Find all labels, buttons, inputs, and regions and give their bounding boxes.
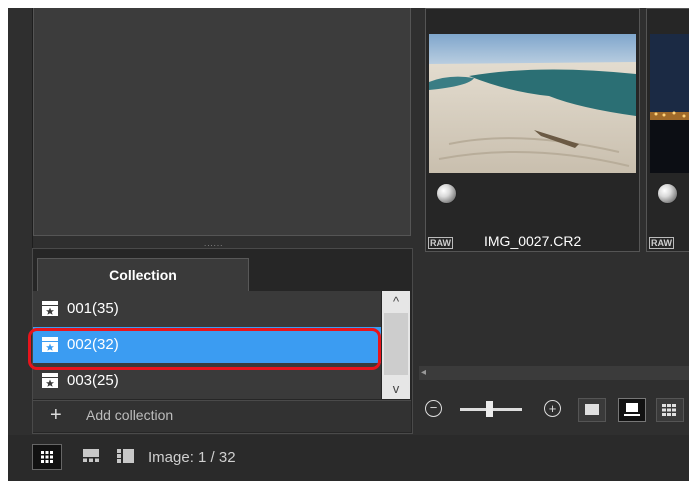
collection-box-icon — [42, 301, 58, 316]
zoom-out-icon[interactable]: − — [425, 400, 442, 417]
zoom-slider-handle[interactable] — [486, 401, 493, 417]
view-mode-caption-button[interactable] — [618, 398, 646, 422]
thumbnail-image[interactable] — [650, 34, 689, 173]
raw-badge: RAW — [649, 237, 674, 249]
preview-list-icon — [83, 449, 99, 462]
grid-icon — [41, 451, 53, 463]
zoom-in-icon[interactable]: + — [544, 400, 561, 417]
image-count-label: Image: 1 / 32 — [148, 449, 236, 466]
large-thumb-icon — [585, 404, 599, 415]
add-collection-button[interactable]: Add collection — [86, 407, 173, 423]
thumbnail-image[interactable] — [429, 34, 636, 173]
thumbnail-filename: IMG_0027.CR2 — [484, 233, 582, 249]
scroll-up-icon[interactable]: ^ — [382, 292, 410, 312]
rating-icon[interactable] — [436, 183, 457, 204]
split-view-icon — [117, 449, 134, 463]
small-grid-icon — [662, 404, 676, 416]
thumbnail-horizontal-scrollbar[interactable]: ◂ — [419, 366, 689, 380]
tab-collection[interactable]: Collection — [37, 258, 249, 291]
collection-scrollbar[interactable]: ^ v — [382, 291, 410, 399]
collection-item-label: 001(35) — [67, 300, 119, 317]
selection-highlight-outline — [28, 328, 381, 370]
night-city-photo — [650, 34, 689, 173]
sand-dune-photo — [429, 34, 636, 173]
split-view-button[interactable] — [111, 444, 141, 470]
collection-item[interactable]: 001(35) — [33, 291, 381, 327]
rating-icon[interactable] — [657, 183, 678, 204]
grid-view-button[interactable] — [32, 444, 62, 470]
view-mode-grid-button[interactable] — [656, 398, 684, 422]
panel-resize-grip[interactable]: ...... — [204, 240, 238, 248]
app-window: ...... Collection 001(35) 002(32) 003(25… — [8, 8, 689, 481]
scroll-left-icon[interactable]: ◂ — [421, 366, 426, 380]
thumb-caption-icon — [624, 403, 640, 416]
scroll-down-icon[interactable]: v — [382, 379, 410, 399]
scrollbar-thumb[interactable] — [384, 313, 408, 375]
add-icon[interactable]: + — [50, 402, 62, 428]
collection-box-icon — [42, 373, 58, 388]
raw-badge: RAW — [428, 237, 453, 249]
preview-panel — [33, 8, 411, 236]
view-mode-large-button[interactable] — [578, 398, 606, 422]
list-view-button[interactable] — [76, 444, 106, 470]
